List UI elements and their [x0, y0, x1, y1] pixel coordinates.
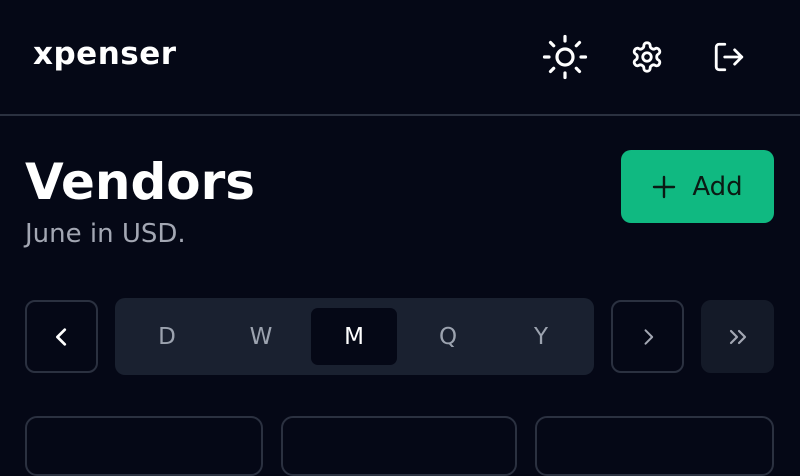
- top-bar: xpenser: [0, 0, 800, 116]
- logout-button[interactable]: [706, 34, 752, 80]
- add-button[interactable]: Add: [621, 150, 774, 223]
- summary-card[interactable]: [281, 416, 517, 476]
- plus-icon: [653, 175, 676, 198]
- settings-button[interactable]: [624, 34, 670, 80]
- period-selector: D W M Q Y: [115, 298, 594, 375]
- page-title: Vendors: [25, 153, 256, 211]
- period-option-month[interactable]: M: [311, 308, 397, 365]
- sun-icon: [542, 34, 588, 80]
- brand-logo[interactable]: xpenser: [33, 36, 177, 72]
- add-button-label: Add: [692, 171, 743, 202]
- summary-card[interactable]: [25, 416, 263, 476]
- chevron-right-icon: [644, 328, 653, 345]
- summary-card[interactable]: [535, 416, 774, 476]
- period-option-quarter[interactable]: Q: [405, 308, 491, 365]
- theme-toggle-button[interactable]: [542, 34, 588, 80]
- logout-icon: [714, 42, 744, 72]
- chevron-left-icon: [55, 327, 66, 346]
- gear-icon: [632, 41, 662, 73]
- period-option-week[interactable]: W: [218, 308, 304, 365]
- period-option-day[interactable]: D: [124, 308, 210, 365]
- page-subtitle: June in USD.: [25, 219, 186, 249]
- next-period-button[interactable]: [611, 300, 684, 373]
- period-option-year[interactable]: Y: [498, 308, 584, 365]
- jump-to-current-button[interactable]: [701, 300, 774, 373]
- previous-period-button[interactable]: [25, 300, 98, 373]
- double-chevron-right-icon: [729, 329, 746, 344]
